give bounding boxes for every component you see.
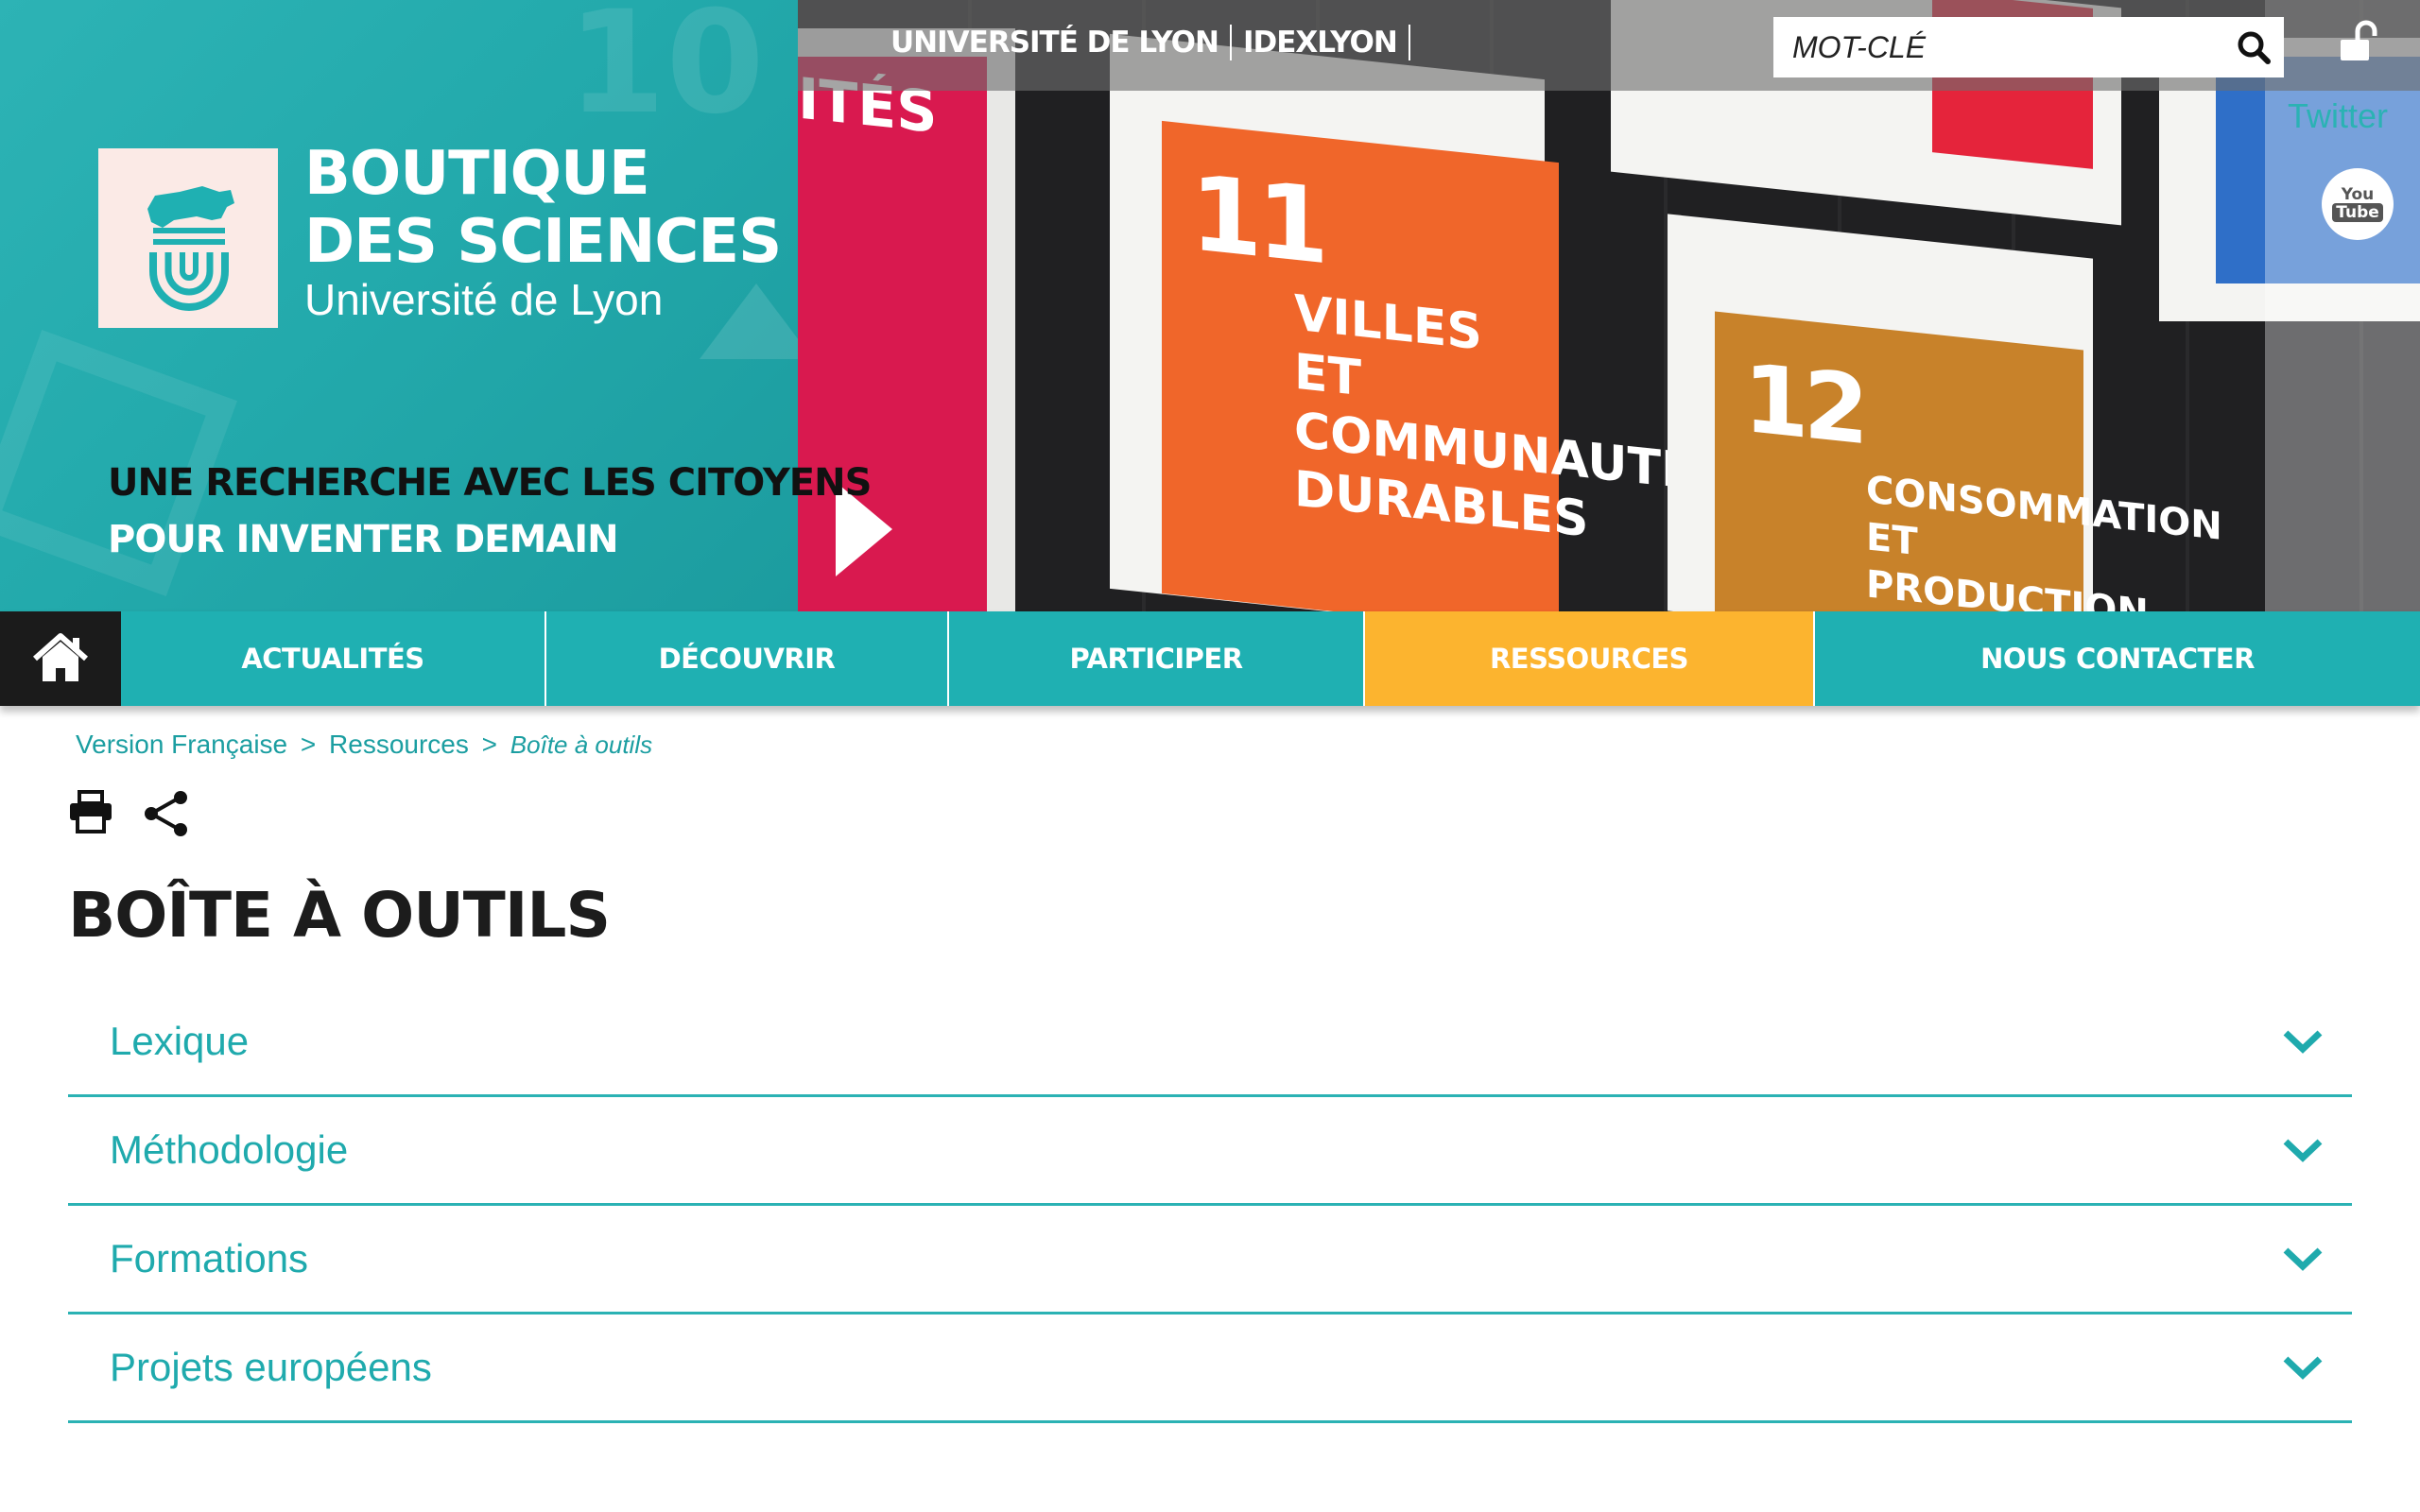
breadcrumb-current: Boîte à outils: [510, 730, 653, 759]
breadcrumb: Version Française > Ressources > Boîte à…: [76, 730, 652, 760]
accordion-label: Formations: [110, 1236, 309, 1280]
nav-item-decouvrir[interactable]: DÉCOUVRIR: [546, 611, 949, 706]
ghost-graphic: 10: [567, 0, 765, 146]
print-icon: [70, 790, 112, 833]
accordion: Lexique Méthodologie Formations Projets …: [68, 988, 2352, 1423]
sdg11-number: 11: [1190, 152, 1324, 287]
youtube-icon-text-bottom: Tube: [2332, 203, 2383, 222]
site-title[interactable]: BOUTIQUE DES SCIENCES: [304, 139, 782, 277]
accordion-item-methodologie[interactable]: Méthodologie: [68, 1097, 2352, 1206]
share-icon: [145, 791, 187, 836]
accordion-label: Projets européens: [110, 1345, 432, 1389]
chevron-down-icon: [2283, 1139, 2323, 1162]
breadcrumb-link-home[interactable]: Version Française: [76, 730, 287, 759]
tagline-line2: POUR INVENTER DEMAIN: [108, 518, 619, 561]
accordion-label: Lexique: [110, 1019, 250, 1063]
share-button[interactable]: [142, 790, 191, 842]
site-subtitle: Université de Lyon: [304, 275, 664, 324]
sdg12-number: 12: [1743, 342, 1864, 467]
search-button[interactable]: [2223, 17, 2284, 77]
page-tools: [68, 790, 191, 842]
header-hero: 10 ITÉS 11 VILLES ET COMMUNAUTÉS DURABLE…: [0, 0, 2420, 611]
site-title-line2: DES SCIENCES: [304, 207, 782, 277]
nav-item-actualites[interactable]: ACTUALITÉS: [121, 611, 546, 706]
site-title-line1: BOUTIQUE: [304, 139, 650, 209]
accordion-item-lexique[interactable]: Lexique: [68, 988, 2352, 1097]
sdg10-card: ITÉS: [798, 57, 987, 611]
print-button[interactable]: [68, 790, 113, 842]
youtube-link[interactable]: You Tube: [2322, 168, 2394, 240]
login-button[interactable]: [2335, 19, 2382, 66]
top-links: UNIVERSITÉ DE LYON IDEXLYON: [879, 25, 1410, 60]
youtube-icon-text-top: You: [2341, 185, 2375, 204]
main-nav: ACTUALITÉS DÉCOUVRIR PARTICIPER RESSOURC…: [0, 611, 2420, 706]
nav-item-ressources[interactable]: RESSOURCES: [1365, 611, 1815, 706]
sdg11-card: 11 VILLES ET COMMUNAUTÉS DURABLES: [1162, 120, 1730, 611]
lion-u-icon: [147, 186, 234, 311]
ghost-graphic: [700, 284, 798, 359]
nav-item-participer[interactable]: PARTICIPER: [949, 611, 1365, 706]
unlock-icon: [2341, 20, 2377, 60]
breadcrumb-separator: >: [300, 730, 317, 759]
separator: [1408, 25, 1410, 60]
chevron-down-icon: [2283, 1030, 2323, 1054]
home-button[interactable]: [0, 611, 121, 706]
top-link-universite-de-lyon[interactable]: UNIVERSITÉ DE LYON: [879, 26, 1230, 60]
accordion-item-projets-europeens[interactable]: Projets européens: [68, 1314, 2352, 1423]
chevron-down-icon: [2283, 1247, 2323, 1271]
breadcrumb-separator: >: [481, 730, 498, 759]
hero-photo: ITÉS 11 VILLES ET COMMUNAUTÉS DURABLES 1…: [798, 0, 2420, 611]
side-fade: [2265, 0, 2420, 611]
page-title: BOÎTE À OUTILS: [68, 879, 611, 952]
search-box: [1773, 17, 2284, 77]
site-logo[interactable]: [98, 148, 278, 328]
breadcrumb-link-ressources[interactable]: Ressources: [329, 730, 469, 759]
home-icon: [33, 633, 88, 681]
sdg12-label: CONSOMMATION ET PRODUCTION: [1866, 468, 2222, 611]
accordion-item-formations[interactable]: Formations: [68, 1206, 2352, 1314]
sdg11-label: VILLES ET COMMUNAUTÉS DURABLES: [1294, 284, 1730, 549]
search-input[interactable]: [1773, 17, 2223, 77]
chevron-down-icon: [2283, 1356, 2323, 1380]
twitter-link[interactable]: Twitter: [2288, 96, 2388, 136]
tagline-line1: UNE RECHERCHE AVEC LES CITOYENS: [108, 461, 872, 505]
search-icon: [2238, 31, 2271, 64]
sdg12-card: 12 CONSOMMATION ET PRODUCTION: [1715, 311, 2222, 611]
nav-item-nous-contacter[interactable]: NOUS CONTACTER: [1815, 611, 2420, 706]
accordion-label: Méthodologie: [110, 1127, 349, 1172]
top-link-idexlyon[interactable]: IDEXLYON: [1232, 26, 1409, 60]
